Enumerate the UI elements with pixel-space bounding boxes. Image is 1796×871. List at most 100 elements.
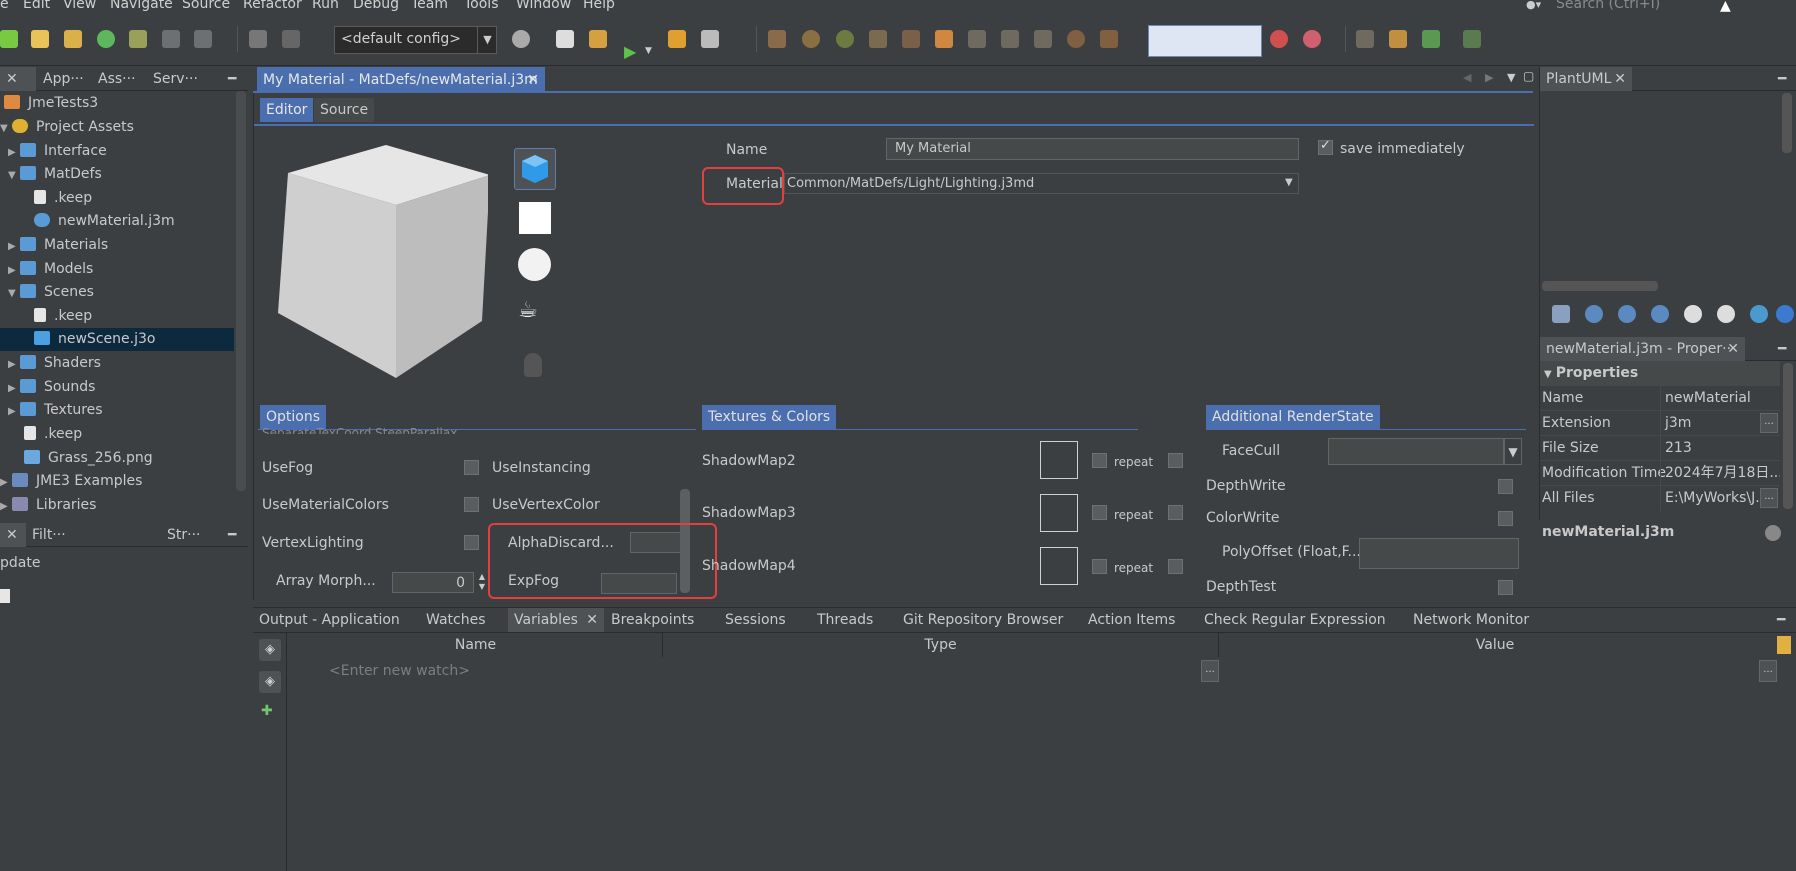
globe-icon[interactable]: [1750, 305, 1768, 323]
tree-item-textures[interactable]: ▶ Textures: [8, 399, 103, 422]
close-icon[interactable]: ✕: [586, 608, 598, 632]
scene-tool-6-icon[interactable]: [935, 30, 953, 48]
tab-properties[interactable]: newMaterial.j3m - Proper··· ✕: [1540, 337, 1745, 361]
lightbulb-icon[interactable]: [524, 353, 542, 377]
plugin-tool-4-icon[interactable]: [1463, 30, 1481, 48]
tab-network-monitor[interactable]: Network Monitor: [1407, 608, 1535, 632]
close-icon[interactable]: ✕: [527, 67, 539, 93]
shadowmap2-repeat-checkbox[interactable]: [1092, 453, 1107, 468]
minimize-icon[interactable]: ━: [1772, 337, 1792, 361]
minimize-icon[interactable]: ━: [1772, 67, 1792, 91]
tree-item-jme3-examples[interactable]: ▶ JME3 Examples: [0, 470, 142, 493]
expanded-triangle-icon[interactable]: ▼: [8, 164, 20, 187]
add-watch-icon[interactable]: ✚: [261, 703, 273, 719]
tree-item-keep[interactable]: .keep: [24, 423, 82, 446]
scene-tool-11-icon[interactable]: [1100, 30, 1118, 48]
chevron-down-icon[interactable]: ▼: [1504, 438, 1522, 465]
shadowmap3-texture-slot[interactable]: [1040, 494, 1078, 532]
download-icon[interactable]: [97, 30, 115, 48]
usematerialcolors-checkbox[interactable]: [464, 497, 479, 512]
usefog-checkbox[interactable]: [464, 460, 479, 475]
collapsed-triangle-icon[interactable]: ▶: [8, 377, 20, 400]
tree-item-keep[interactable]: .keep: [34, 187, 92, 210]
menu-file[interactable]: e: [0, 0, 9, 12]
name-field[interactable]: My Material: [886, 138, 1299, 160]
run-menu-chevron-icon[interactable]: ▼: [645, 46, 652, 56]
zoom-in-icon[interactable]: [1585, 305, 1603, 323]
tree-item-models[interactable]: ▶ Models: [8, 258, 93, 281]
ellipsis-button[interactable]: ...: [1759, 660, 1777, 682]
zoom-out-icon[interactable]: [1618, 305, 1636, 323]
save-icon[interactable]: [162, 30, 180, 48]
close-icon[interactable]: ✕: [0, 523, 26, 547]
redo-icon[interactable]: [282, 30, 300, 48]
tab-watches[interactable]: Watches: [420, 608, 492, 632]
preview-sphere-button[interactable]: [518, 248, 551, 281]
textures-section-tab[interactable]: Textures & Colors: [702, 405, 837, 429]
scene-tool-8-icon[interactable]: [1001, 30, 1019, 48]
plantuml-vscrollbar[interactable]: [1782, 93, 1792, 153]
shadowmap4-texture-slot[interactable]: [1040, 547, 1078, 585]
ellipsis-button[interactable]: ...: [1760, 413, 1778, 433]
ellipsis-button[interactable]: ...: [1760, 488, 1778, 508]
scene-tool-10-icon[interactable]: [1067, 30, 1085, 48]
menu-navigate[interactable]: Navigate: [110, 0, 173, 12]
tree-item-libraries[interactable]: ▶ Libraries: [0, 494, 96, 517]
tab-assets[interactable]: Ass···: [92, 67, 142, 91]
shadowmap3-checkbox[interactable]: [1168, 505, 1183, 520]
scroll-right-icon[interactable]: ▶: [1485, 71, 1493, 84]
memory-icon[interactable]: [1303, 30, 1321, 48]
debug-icon[interactable]: [668, 30, 686, 48]
collapsed-triangle-icon[interactable]: ▶: [8, 141, 20, 164]
open-project-icon[interactable]: [64, 30, 82, 48]
expanded-triangle-icon[interactable]: ▼: [8, 282, 20, 305]
tab-structure[interactable]: Str···: [161, 523, 206, 547]
tab-breakpoints[interactable]: Breakpoints: [605, 608, 700, 632]
scene-tool-1-icon[interactable]: [768, 30, 786, 48]
column-options-icon[interactable]: [1777, 636, 1791, 654]
material-definition-dropdown[interactable]: Common/MatDefs/Light/Lighting.j3md: [784, 173, 1299, 194]
filter-icon[interactable]: [129, 30, 147, 48]
tab-action-items[interactable]: Action Items: [1082, 608, 1181, 632]
tab-check-regular-expression[interactable]: Check Regular Expression: [1198, 608, 1392, 632]
tree-item-interface[interactable]: ▶ Interface: [8, 140, 107, 163]
tree-item-newscene[interactable]: newScene.j3o: [0, 328, 234, 351]
scene-tool-7-icon[interactable]: [968, 30, 986, 48]
minimize-icon[interactable]: ━: [222, 523, 242, 547]
plugin-tool-1-icon[interactable]: [1356, 30, 1374, 48]
tab-newmaterial[interactable]: My Material - MatDefs/newMaterial.j3m ✕: [257, 67, 545, 93]
save-all-icon[interactable]: [194, 30, 212, 48]
config-dropdown[interactable]: <default config>: [334, 26, 497, 54]
menu-debug[interactable]: Debug: [353, 0, 399, 12]
maximize-icon[interactable]: ▢: [1523, 69, 1534, 83]
tree-item-matdefs[interactable]: ▼ MatDefs: [8, 163, 102, 186]
collapsed-triangle-icon[interactable]: ▶: [0, 495, 12, 518]
minimize-icon[interactable]: ━: [222, 67, 242, 91]
collapsed-triangle-icon[interactable]: ▶: [8, 400, 20, 423]
document-list-icon[interactable]: ▼: [1507, 71, 1515, 84]
close-icon[interactable]: ✕: [1614, 67, 1626, 91]
clean-build-icon[interactable]: [589, 30, 607, 48]
ellipsis-button[interactable]: ...: [1201, 660, 1219, 682]
shadowmap2-checkbox[interactable]: [1168, 453, 1183, 468]
scroll-left-icon[interactable]: ◀: [1463, 71, 1471, 84]
polyoffset-field[interactable]: [1359, 538, 1519, 569]
tab-source[interactable]: Source: [314, 98, 375, 122]
scene-tool-9-icon[interactable]: [1034, 30, 1052, 48]
expanded-triangle-icon[interactable]: ▼: [0, 117, 12, 140]
properties-scrollbar[interactable]: [1783, 363, 1793, 509]
projects-scrollbar[interactable]: [236, 91, 246, 491]
array-morph-field[interactable]: 0: [392, 572, 474, 593]
tab-output-application[interactable]: Output - Application: [253, 608, 406, 632]
collapsed-triangle-icon[interactable]: ▶: [8, 353, 20, 376]
tab-git-repository-browser[interactable]: Git Repository Browser: [897, 608, 1069, 632]
plugin-tool-2-icon[interactable]: [1389, 30, 1407, 48]
shadowmap2-texture-slot[interactable]: [1040, 441, 1078, 479]
new-watch-input[interactable]: <Enter new watch>: [329, 663, 470, 679]
help-icon[interactable]: [1776, 305, 1794, 323]
run-icon[interactable]: ▶: [624, 42, 636, 61]
tree-item-sounds[interactable]: ▶ Sounds: [8, 376, 95, 399]
chevron-down-icon[interactable]: ▼: [1285, 177, 1293, 188]
profile-icon[interactable]: [701, 30, 719, 48]
undo-icon[interactable]: [249, 30, 267, 48]
